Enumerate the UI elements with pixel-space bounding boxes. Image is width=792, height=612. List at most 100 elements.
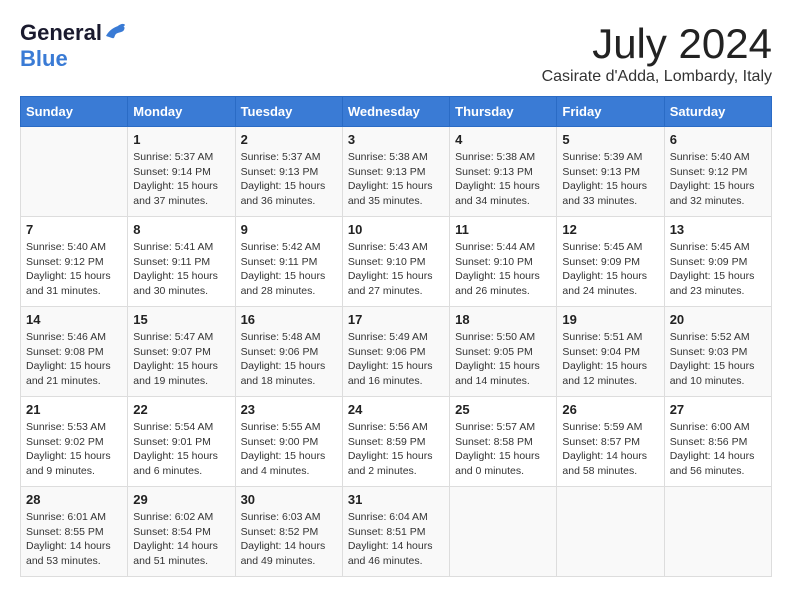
calendar-cell: 18 Sunrise: 5:50 AM Sunset: 9:05 PM Dayli… [450,307,557,397]
logo-general-text: General [20,20,102,46]
day-number: 3 [348,132,444,147]
day-info: Sunrise: 6:02 AM Sunset: 8:54 PM Dayligh… [133,510,229,569]
calendar-cell: 16 Sunrise: 5:48 AM Sunset: 9:06 PM Dayli… [235,307,342,397]
day-number: 8 [133,222,229,237]
day-info: Sunrise: 6:01 AM Sunset: 8:55 PM Dayligh… [26,510,122,569]
day-number: 6 [670,132,766,147]
location: Casirate d'Adda, Lombardy, Italy [542,68,772,86]
day-number: 26 [562,402,658,417]
day-number: 27 [670,402,766,417]
calendar-cell: 9Sunrise: 5:42 AM Sunset: 9:11 PM Daylig… [235,217,342,307]
day-info: Sunrise: 6:04 AM Sunset: 8:51 PM Dayligh… [348,510,444,569]
calendar-cell: 21Sunrise: 5:53 AM Sunset: 9:02 PM Dayli… [21,397,128,487]
day-number: 24 [348,402,444,417]
calendar-cell: 5 Sunrise: 5:39 AM Sunset: 9:13 PM Daylig… [557,127,664,217]
calendar-cell: 8 Sunrise: 5:41 AM Sunset: 9:11 PM Daylig… [128,217,235,307]
weekday-header-thursday: Thursday [450,97,557,127]
calendar-cell [21,127,128,217]
day-info: Sunrise: 5:56 AM Sunset: 8:59 PM Dayligh… [348,420,444,479]
logo: General Blue [20,20,128,72]
day-number: 25 [455,402,551,417]
week-row-5: 28 Sunrise: 6:01 AM Sunset: 8:55 PM Dayli… [21,487,772,577]
day-number: 11 [455,222,551,237]
calendar-cell: 28 Sunrise: 6:01 AM Sunset: 8:55 PM Dayli… [21,487,128,577]
day-number: 16 [241,312,337,327]
day-info: Sunrise: 5:41 AM Sunset: 9:11 PM Dayligh… [133,240,229,299]
calendar-table: SundayMondayTuesdayWednesdayThursdayFrid… [20,96,772,577]
day-number: 15 [133,312,229,327]
logo-bird-icon [104,22,126,45]
day-info: Sunrise: 5:38 AM Sunset: 9:13 PM Dayligh… [348,150,444,209]
day-number: 20 [670,312,766,327]
day-info: Sunrise: 5:46 AM Sunset: 9:08 PM Dayligh… [26,330,122,389]
day-info: Sunrise: 5:45 AM Sunset: 9:09 PM Dayligh… [670,240,766,299]
day-info: Sunrise: 5:48 AM Sunset: 9:06 PM Dayligh… [241,330,337,389]
day-number: 12 [562,222,658,237]
weekday-header-tuesday: Tuesday [235,97,342,127]
day-info: Sunrise: 5:38 AM Sunset: 9:13 PM Dayligh… [455,150,551,209]
calendar-cell: 26Sunrise: 5:59 AM Sunset: 8:57 PM Dayli… [557,397,664,487]
day-info: Sunrise: 5:55 AM Sunset: 9:00 PM Dayligh… [241,420,337,479]
calendar-cell: 22 Sunrise: 5:54 AM Sunset: 9:01 PM Dayli… [128,397,235,487]
day-info: Sunrise: 5:43 AM Sunset: 9:10 PM Dayligh… [348,240,444,299]
day-number: 4 [455,132,551,147]
calendar-cell: 6 Sunrise: 5:40 AM Sunset: 9:12 PM Daylig… [664,127,771,217]
day-number: 22 [133,402,229,417]
week-row-4: 21Sunrise: 5:53 AM Sunset: 9:02 PM Dayli… [21,397,772,487]
day-number: 10 [348,222,444,237]
month-title: July 2024 [542,20,772,68]
calendar-cell: 13 Sunrise: 5:45 AM Sunset: 9:09 PM Dayli… [664,217,771,307]
day-number: 31 [348,492,444,507]
calendar-cell: 2Sunrise: 5:37 AM Sunset: 9:13 PM Daylig… [235,127,342,217]
day-info: Sunrise: 5:50 AM Sunset: 9:05 PM Dayligh… [455,330,551,389]
day-number: 14 [26,312,122,327]
day-info: Sunrise: 5:40 AM Sunset: 9:12 PM Dayligh… [670,150,766,209]
calendar-cell: 3 Sunrise: 5:38 AM Sunset: 9:13 PM Daylig… [342,127,449,217]
day-info: Sunrise: 5:40 AM Sunset: 9:12 PM Dayligh… [26,240,122,299]
calendar-cell: 30 Sunrise: 6:03 AM Sunset: 8:52 PM Dayli… [235,487,342,577]
day-info: Sunrise: 5:54 AM Sunset: 9:01 PM Dayligh… [133,420,229,479]
day-info: Sunrise: 5:44 AM Sunset: 9:10 PM Dayligh… [455,240,551,299]
calendar-cell: 14 Sunrise: 5:46 AM Sunset: 9:08 PM Dayli… [21,307,128,397]
day-number: 19 [562,312,658,327]
calendar-cell: 19 Sunrise: 5:51 AM Sunset: 9:04 PM Dayli… [557,307,664,397]
day-info: Sunrise: 5:47 AM Sunset: 9:07 PM Dayligh… [133,330,229,389]
week-row-3: 14 Sunrise: 5:46 AM Sunset: 9:08 PM Dayli… [21,307,772,397]
calendar-cell: 25 Sunrise: 5:57 AM Sunset: 8:58 PM Dayli… [450,397,557,487]
title-block: July 2024 Casirate d'Adda, Lombardy, Ita… [542,20,772,86]
logo-blue-text: Blue [20,46,68,71]
calendar-cell: 4 Sunrise: 5:38 AM Sunset: 9:13 PM Daylig… [450,127,557,217]
day-info: Sunrise: 6:00 AM Sunset: 8:56 PM Dayligh… [670,420,766,479]
day-info: Sunrise: 5:49 AM Sunset: 9:06 PM Dayligh… [348,330,444,389]
day-number: 28 [26,492,122,507]
day-info: Sunrise: 5:45 AM Sunset: 9:09 PM Dayligh… [562,240,658,299]
calendar-cell: 29Sunrise: 6:02 AM Sunset: 8:54 PM Dayli… [128,487,235,577]
day-info: Sunrise: 5:53 AM Sunset: 9:02 PM Dayligh… [26,420,122,479]
calendar-cell: 23Sunrise: 5:55 AM Sunset: 9:00 PM Dayli… [235,397,342,487]
day-number: 9 [241,222,337,237]
day-info: Sunrise: 5:37 AM Sunset: 9:14 PM Dayligh… [133,150,229,209]
calendar-cell [450,487,557,577]
week-row-2: 7 Sunrise: 5:40 AM Sunset: 9:12 PM Daylig… [21,217,772,307]
calendar-cell: 17Sunrise: 5:49 AM Sunset: 9:06 PM Dayli… [342,307,449,397]
day-number: 30 [241,492,337,507]
day-info: Sunrise: 5:57 AM Sunset: 8:58 PM Dayligh… [455,420,551,479]
day-number: 5 [562,132,658,147]
day-number: 18 [455,312,551,327]
day-number: 13 [670,222,766,237]
calendar-cell: 10 Sunrise: 5:43 AM Sunset: 9:10 PM Dayli… [342,217,449,307]
day-info: Sunrise: 5:51 AM Sunset: 9:04 PM Dayligh… [562,330,658,389]
day-number: 7 [26,222,122,237]
day-info: Sunrise: 6:03 AM Sunset: 8:52 PM Dayligh… [241,510,337,569]
day-number: 1 [133,132,229,147]
calendar-cell: 11 Sunrise: 5:44 AM Sunset: 9:10 PM Dayli… [450,217,557,307]
weekday-header-wednesday: Wednesday [342,97,449,127]
weekday-header-friday: Friday [557,97,664,127]
calendar-cell: 1 Sunrise: 5:37 AM Sunset: 9:14 PM Daylig… [128,127,235,217]
day-info: Sunrise: 5:39 AM Sunset: 9:13 PM Dayligh… [562,150,658,209]
day-info: Sunrise: 5:37 AM Sunset: 9:13 PM Dayligh… [241,150,337,209]
calendar-cell: 12 Sunrise: 5:45 AM Sunset: 9:09 PM Dayli… [557,217,664,307]
day-info: Sunrise: 5:52 AM Sunset: 9:03 PM Dayligh… [670,330,766,389]
calendar-cell: 27 Sunrise: 6:00 AM Sunset: 8:56 PM Dayli… [664,397,771,487]
weekday-header-monday: Monday [128,97,235,127]
